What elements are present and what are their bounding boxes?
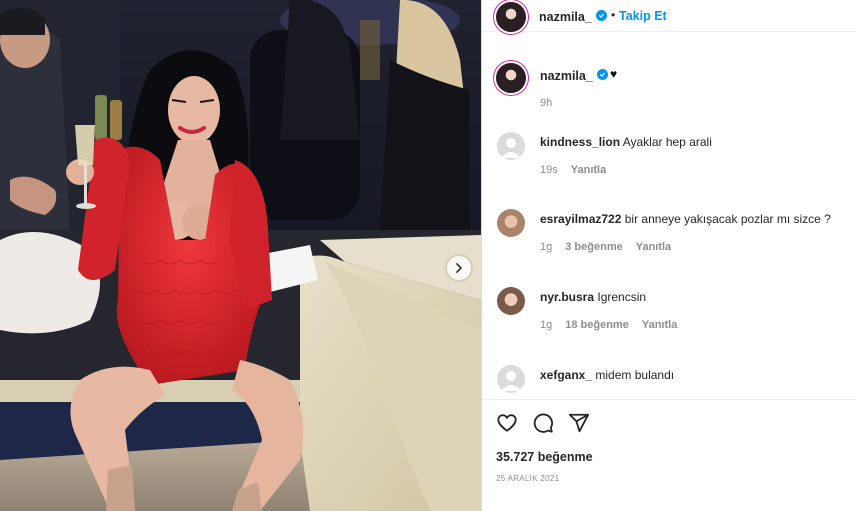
comment-item: nyr.busra Igrencsin 1g 18 beğenme Yanıtla [482,283,856,343]
like-button[interactable] [496,412,518,439]
post-photo[interactable] [0,0,481,511]
verified-badge-icon [597,69,608,80]
comment-username[interactable]: esrayilmaz722 [540,212,621,226]
reply-button[interactable]: Yanıtla [571,164,606,176]
comment-body: Igrencsin [597,290,647,304]
comment-username[interactable]: nyr.busra [540,290,594,304]
caption-username[interactable]: nazmila_ [540,69,593,83]
comment-meta: 1g 18 beğenme Yanıtla [540,319,690,331]
verified-badge-icon [596,10,607,21]
comment-text: nyr.busra Igrencsin [540,290,646,304]
comment-time[interactable]: 1g [540,319,552,331]
comment-text: esrayilmaz722 bir anneye yakışacak pozla… [540,212,831,226]
commenter-avatar[interactable] [497,287,525,315]
post-date[interactable]: 25 ARALIK 2021 [496,474,559,483]
chevron-right-icon [456,263,462,273]
comment-time[interactable]: 1g [540,241,552,253]
post-caption: nazmila_ ♥ 9h [482,56,856,116]
comment-meta: 19s Yanıtla [540,164,619,176]
comment-body: midem bulandı [595,368,675,382]
reply-button[interactable]: Yanıtla [636,241,671,253]
comment-text: xefganx_ midem bulandı [540,368,674,382]
comment-time[interactable]: 19s [540,164,558,176]
comment-likes[interactable]: 3 beğenme [565,241,622,253]
follow-button[interactable]: Takip Et [619,9,667,23]
share-button[interactable] [568,412,590,439]
comment-meta: 1g 3 beğenme Yanıtla [540,241,684,253]
post-image [0,0,481,511]
caption-author-avatar[interactable] [496,63,526,93]
comment-body: bir anneye yakışacak pozlar mı sizce ? [624,212,831,226]
comment-body: Ayaklar hep arali [622,135,712,149]
default-avatar-icon[interactable] [497,365,525,393]
next-image-button[interactable] [447,256,471,280]
commenter-avatar[interactable] [497,209,525,237]
separator-dot: • [611,8,616,22]
comment-username[interactable]: xefganx_ [540,368,592,382]
heart-icon [497,414,517,432]
comment-item: esrayilmaz722 bir anneye yakışacak pozla… [482,205,856,265]
post-actions: 35.727 beğenme 25 ARALIK 2021 [482,399,856,511]
author-avatar[interactable] [496,2,526,32]
share-icon [568,413,590,433]
comment-button[interactable] [532,412,554,439]
comment-username[interactable]: kindness_lion [540,135,620,149]
post-header: nazmila_ • Takip Et [482,0,856,32]
reply-button[interactable]: Yanıtla [642,319,677,331]
comment-likes[interactable]: 18 beğenme [565,319,629,331]
default-avatar-icon[interactable] [497,132,525,160]
post-side-panel: nazmila_ • Takip Et nazmila_ ♥ 9h kindne… [481,0,856,511]
comment-icon [533,413,553,433]
comment-item: kindness_lion Ayaklar hep arali 19s Yanıt… [482,128,856,188]
caption-heart-emoji: ♥ [610,67,618,81]
caption-time[interactable]: 9h [540,97,552,109]
likes-count[interactable]: 35.727 beğenme [496,450,593,464]
comment-text: kindness_lion Ayaklar hep arali [540,135,712,149]
author-username[interactable]: nazmila_ [539,10,592,24]
